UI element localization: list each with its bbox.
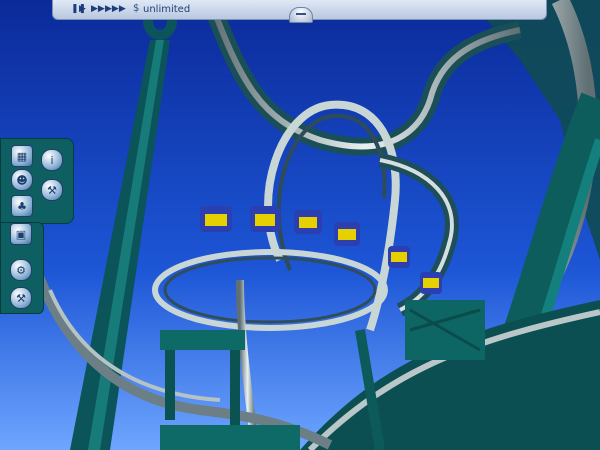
platform-leg-right: [230, 350, 240, 430]
train-car: [250, 206, 280, 232]
fastest-forward-icon[interactable]: ▶▶▶: [105, 3, 126, 16]
platform-leg-left: [165, 350, 175, 420]
train-car: [334, 222, 360, 246]
info-icon[interactable]: i: [41, 149, 63, 171]
tool-panel: ▦ i ☻ ⚒ ♣: [0, 138, 74, 224]
train-car: [200, 206, 232, 232]
ride-icon[interactable]: ⚙: [10, 259, 32, 281]
game-viewport[interactable]: [0, 0, 600, 450]
train-car: [388, 246, 410, 268]
tools-icon[interactable]: ⚒: [10, 287, 32, 309]
platform-base: [160, 425, 300, 450]
speed-money-bar: ❚❚ ▶ ▶▶ ▶▶▶ $ unlimited: [52, 0, 547, 23]
guests-icon[interactable]: ☻: [11, 169, 33, 191]
tool-panel-lower: ▣ ⚙ ⚒: [0, 222, 44, 314]
fast-forward-icon[interactable]: ▶▶: [91, 3, 105, 16]
train-car: [420, 272, 442, 294]
scenery-icon[interactable]: ♣: [11, 195, 33, 217]
finance-icon[interactable]: ▣: [10, 223, 32, 245]
coin-icon: $: [133, 3, 140, 14]
money-readout: unlimited: [143, 4, 191, 15]
map-icon[interactable]: ▦: [11, 145, 33, 167]
play-icon[interactable]: ▶: [79, 3, 86, 16]
staff-icon[interactable]: ⚒: [41, 179, 63, 201]
camera-knob-icon[interactable]: [289, 7, 313, 23]
train-car: [294, 210, 322, 234]
platform-structure: [160, 330, 245, 350]
